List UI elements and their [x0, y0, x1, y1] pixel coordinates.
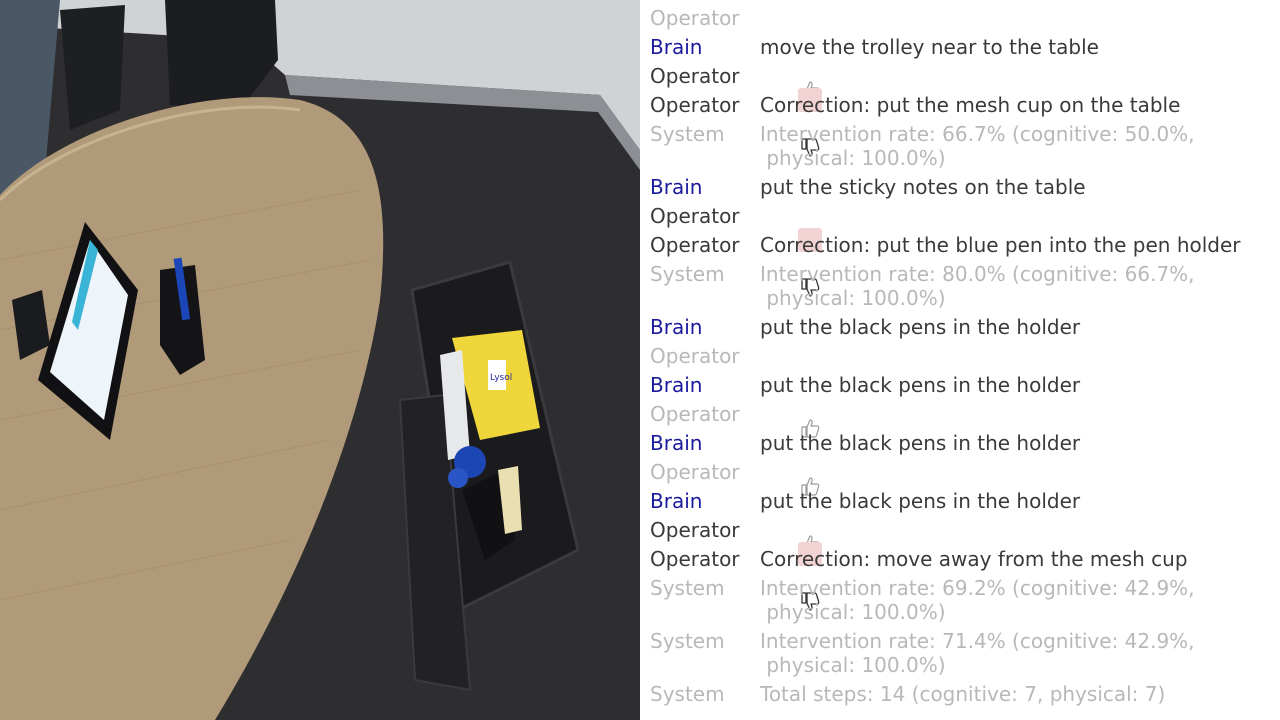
log-row: Brain put the sticky notes on the table [650, 175, 1272, 199]
log-row: Operator Correction: put the blue pen in… [650, 233, 1272, 257]
message-text: Correction: move away from the mesh cup [760, 547, 1188, 571]
speaker-label: System [650, 262, 725, 286]
speaker-label: Brain [650, 35, 703, 59]
speaker-label: Operator [650, 6, 740, 30]
conversation-log: Operator Brain move the trolley near to … [640, 0, 1280, 720]
log-row: Brain put the black pens in the holder [650, 315, 1272, 339]
speaker-label: System [650, 122, 725, 146]
speaker-label: Operator [650, 460, 740, 484]
speaker-label: Brain [650, 373, 703, 397]
log-row: System Intervention rate: 66.7% (cogniti… [650, 122, 1272, 170]
speaker-label: Operator [650, 518, 740, 542]
log-row: Brain move the trolley near to the table [650, 35, 1272, 59]
message-text: put the black pens in the holder [760, 315, 1081, 339]
camera-view: Lysol [0, 0, 640, 720]
log-row: Operator Correction: move away from the … [650, 547, 1272, 571]
system-message: Intervention rate: 80.0% (cognitive: 66.… [760, 262, 1195, 310]
log-row: System Intervention rate: 80.0% (cogniti… [650, 262, 1272, 310]
log-row: System Total steps: 14 (cognitive: 7, ph… [650, 682, 1272, 706]
system-message: Total steps: 14 (cognitive: 7, physical:… [760, 682, 1166, 706]
message-text: move the trolley near to the table [760, 35, 1099, 59]
speaker-label: Operator [650, 233, 740, 257]
speaker-label: System [650, 576, 725, 600]
log-row: System Intervention rate: 71.4% (cogniti… [650, 629, 1272, 677]
message-text: put the black pens in the holder [760, 373, 1081, 397]
log-row: Brain put the black pens in the holder [650, 431, 1272, 455]
system-message: Intervention rate: 71.4% (cognitive: 42.… [760, 629, 1195, 677]
system-message: Intervention rate: 69.2% (cognitive: 42.… [760, 576, 1195, 624]
speaker-label: System [650, 682, 725, 706]
speaker-label: Brain [650, 431, 703, 455]
speaker-label: Brain [650, 175, 703, 199]
log-row: System Intervention rate: 69.2% (cogniti… [650, 576, 1272, 624]
speaker-label: System [650, 629, 725, 653]
system-message: Intervention rate: 66.7% (cognitive: 50.… [760, 122, 1195, 170]
log-row: Brain put the black pens in the holder [650, 489, 1272, 513]
speaker-label: Operator [650, 93, 740, 117]
message-text: put the sticky notes on the table [760, 175, 1086, 199]
log-row: Brain put the black pens in the holder [650, 373, 1272, 397]
speaker-label: Brain [650, 489, 703, 513]
message-text: Correction: put the mesh cup on the tabl… [760, 93, 1181, 117]
speaker-label: Operator [650, 64, 740, 88]
speaker-label: Operator [650, 204, 740, 228]
speaker-label: Brain [650, 315, 703, 339]
speaker-label: Operator [650, 402, 740, 426]
speaker-label: Operator [650, 547, 740, 571]
log-row: Operator Correction: put the mesh cup on… [650, 93, 1272, 117]
speaker-label: Operator [650, 344, 740, 368]
message-text: put the black pens in the holder [760, 431, 1081, 455]
camera-scene: Lysol [0, 0, 640, 720]
message-text: put the black pens in the holder [760, 489, 1081, 513]
message-text: Correction: put the blue pen into the pe… [760, 233, 1241, 257]
wipes-label: Lysol [490, 373, 512, 383]
